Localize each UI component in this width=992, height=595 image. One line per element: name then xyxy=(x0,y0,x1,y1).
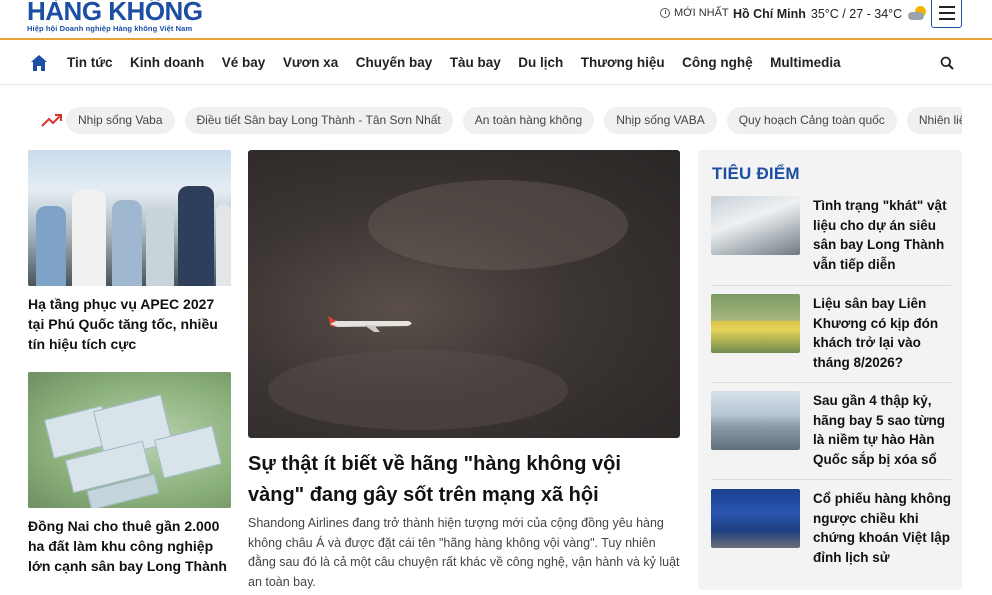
trending-tags: Nhịp sống Vaba Điều tiết Sân bay Long Th… xyxy=(66,107,962,134)
latest-news-link[interactable]: MỚI NHẤT xyxy=(660,7,729,19)
focus-heading: TIÊU ĐIỂM xyxy=(712,164,800,183)
nav-item-thuong-hieu[interactable]: Thương hiệu xyxy=(581,55,665,70)
search-icon[interactable] xyxy=(940,56,954,70)
focus-item[interactable]: Liệu sân bay Liên Khương có kịp đón khác… xyxy=(711,294,951,384)
tag-item[interactable]: Nhịp sống Vaba xyxy=(66,107,175,134)
logo-title: HÀNG KHÔNG xyxy=(27,0,203,26)
focus-item[interactable]: Tình trạng "khát" vật liệu cho dự án siê… xyxy=(711,196,951,286)
divider xyxy=(711,479,951,480)
focus-title[interactable]: Sau gần 4 thập kỷ, hãng bay 5 sao từng l… xyxy=(813,391,951,469)
airplane-image xyxy=(328,316,412,332)
left-article-1[interactable]: Hạ tầng phục vụ APEC 2027 tại Phú Quốc t… xyxy=(28,150,231,354)
tag-item[interactable]: Nhiên liệu hàng không xyxy=(906,107,962,134)
divider xyxy=(711,285,951,286)
nav-items: Tin tức Kinh doanh Vé bay Vươn xa Chuyến… xyxy=(67,55,841,70)
focus-thumbnail[interactable] xyxy=(711,489,800,548)
feature-image[interactable] xyxy=(248,150,680,438)
site-logo[interactable]: HÀNG KHÔNG Hiệp hội Doanh nghiệp Hàng kh… xyxy=(27,0,203,33)
tag-item[interactable]: Nhịp sống VABA xyxy=(604,107,717,134)
article-title[interactable]: Hạ tầng phục vụ APEC 2027 tại Phú Quốc t… xyxy=(28,294,231,354)
logo-subtitle: Hiệp hội Doanh nghiệp Hàng không Việt Na… xyxy=(27,24,193,33)
divider xyxy=(711,382,951,383)
nav-item-multimedia[interactable]: Multimedia xyxy=(770,55,841,70)
focus-thumbnail[interactable] xyxy=(711,294,800,353)
focus-thumbnail[interactable] xyxy=(711,196,800,255)
nav-item-vuon-xa[interactable]: Vươn xa xyxy=(283,55,338,70)
article-title[interactable]: Đồng Nai cho thuê gần 2.000 ha đất làm k… xyxy=(28,516,231,576)
menu-icon xyxy=(938,6,955,8)
tag-item[interactable]: Quy hoạch Cảng toàn quốc xyxy=(726,107,897,134)
article-thumbnail[interactable] xyxy=(28,150,231,286)
weather-widget: Hồ Chí Minh 35°C / 27 - 34°C xyxy=(733,5,929,23)
focus-item[interactable]: Cổ phiếu hàng không ngược chiều khi chứn… xyxy=(711,489,951,579)
hamburger-menu-button[interactable] xyxy=(931,0,962,28)
feature-description: Shandong Airlines đang trở thành hiện tư… xyxy=(248,516,680,589)
weather-city: Hồ Chí Minh xyxy=(733,7,806,21)
clock-icon xyxy=(660,8,670,18)
partly-cloudy-icon xyxy=(907,5,929,23)
nav-item-tau-bay[interactable]: Tàu bay xyxy=(450,55,501,70)
nav-item-du-lich[interactable]: Du lịch xyxy=(518,55,563,70)
focus-title[interactable]: Cổ phiếu hàng không ngược chiều khi chứn… xyxy=(813,489,951,567)
nav-item-cong-nghe[interactable]: Công nghệ xyxy=(682,55,753,70)
nav-item-tin-tuc[interactable]: Tin tức xyxy=(67,55,113,70)
tag-item[interactable]: An toàn hàng không xyxy=(462,107,595,134)
left-article-2[interactable]: Đồng Nai cho thuê gần 2.000 ha đất làm k… xyxy=(28,372,231,576)
trending-icon xyxy=(41,114,62,127)
focus-item[interactable]: Sau gần 4 thập kỷ, hãng bay 5 sao từng l… xyxy=(711,391,951,481)
tag-item[interactable]: Điều tiết Sân bay Long Thành - Tân Sơn N… xyxy=(184,107,453,134)
nav-item-chuyen-bay[interactable]: Chuyến bay xyxy=(356,55,433,70)
nav-item-ve-bay[interactable]: Vé bay xyxy=(222,55,266,70)
focus-thumbnail[interactable] xyxy=(711,391,800,450)
latest-label: MỚI NHẤT xyxy=(674,7,729,19)
top-header: HÀNG KHÔNG Hiệp hội Doanh nghiệp Hàng kh… xyxy=(0,0,992,40)
weather-temp: 35°C / 27 - 34°C xyxy=(810,7,903,21)
article-thumbnail[interactable] xyxy=(28,372,231,508)
main-nav: Tin tức Kinh doanh Vé bay Vươn xa Chuyến… xyxy=(0,42,992,85)
nav-item-kinh-doanh[interactable]: Kinh doanh xyxy=(130,55,204,70)
home-icon[interactable] xyxy=(30,54,48,72)
focus-title[interactable]: Liệu sân bay Liên Khương có kịp đón khác… xyxy=(813,294,951,372)
feature-title[interactable]: Sự thật ít biết về hãng "hàng không vội … xyxy=(248,449,680,511)
focus-title[interactable]: Tình trạng "khát" vật liệu cho dự án siê… xyxy=(813,196,951,274)
